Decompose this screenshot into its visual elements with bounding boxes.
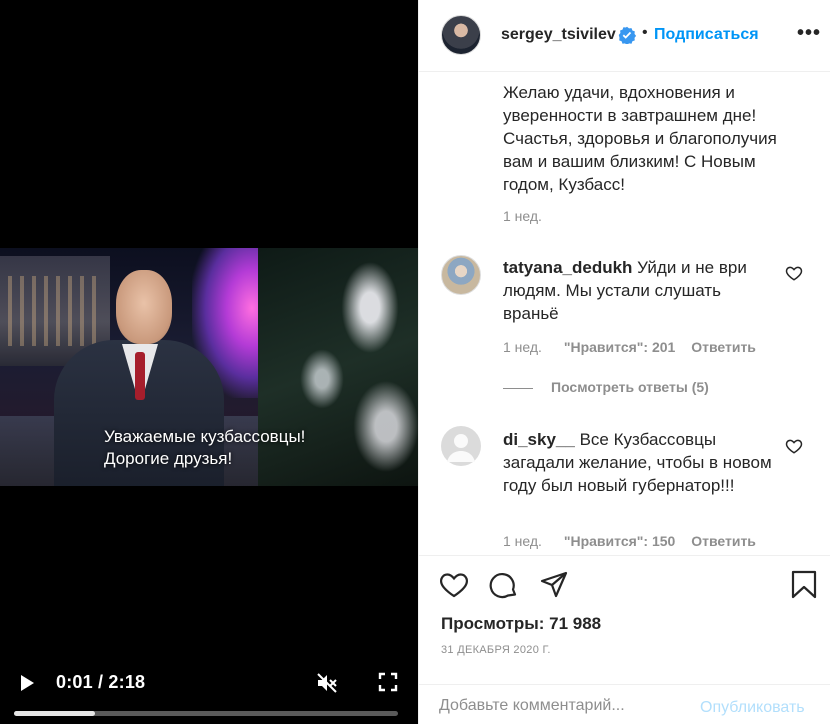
comment-likes[interactable]: "Нравится": 201 [564, 339, 675, 355]
video-progress-fill [14, 711, 95, 716]
post-actions: Просмотры: 71 988 31 ДЕКАБРЯ 2020 Г. [419, 555, 830, 665]
comment-username[interactable]: di_sky__ [503, 430, 575, 449]
more-options-icon[interactable]: ••• [797, 22, 821, 45]
speaker-head [116, 270, 172, 344]
play-icon[interactable] [18, 674, 36, 692]
subtitle-line-2: Дорогие друзья! [104, 449, 233, 468]
view-replies-button[interactable]: Посмотреть ответы (5) [503, 379, 709, 395]
like-comment-heart-icon[interactable] [785, 437, 803, 455]
default-avatar-icon [447, 434, 475, 462]
reply-button[interactable]: Ответить [691, 533, 756, 549]
comment-username[interactable]: tatyana_dedukh [503, 258, 632, 277]
comment-meta: 1 нед. "Нравится": 201 Ответить [503, 339, 756, 355]
subtitle-line-1: Уважаемые кузбассовцы! [104, 427, 306, 446]
views-count[interactable]: Просмотры: 71 988 [441, 614, 601, 634]
share-icon[interactable] [539, 570, 569, 600]
comment-avatar[interactable] [441, 255, 481, 295]
comment-meta: 1 нед. "Нравится": 150 Ответить [503, 533, 756, 549]
replies-divider [503, 387, 533, 389]
video-time: 0:01 / 2:18 [56, 672, 146, 692]
speaker-tie [135, 352, 145, 400]
post-side-panel: sergey_tsivilev • Подписаться ••• Желаю … [418, 0, 830, 724]
add-comment-bar: Опубликовать [419, 684, 830, 724]
comments-list[interactable]: Желаю удачи, вдохновения и уверенности в… [419, 73, 830, 555]
reply-button[interactable]: Ответить [691, 339, 756, 355]
post-date[interactable]: 31 ДЕКАБРЯ 2020 Г. [441, 644, 551, 656]
comment-text: tatyana_dedukh Уйди и не ври людям. Мы у… [503, 256, 773, 325]
publish-button[interactable]: Опубликовать [700, 699, 805, 717]
muted-icon[interactable] [316, 672, 338, 694]
like-comment-heart-icon[interactable] [785, 264, 803, 282]
comment-likes[interactable]: "Нравится": 150 [564, 533, 675, 549]
follow-button[interactable]: Подписаться [654, 26, 759, 44]
video-player[interactable]: Уважаемые кузбассовцы! Дорогие друзья! 0… [0, 0, 418, 724]
caption-time[interactable]: 1 нед. [503, 208, 542, 224]
username-link[interactable]: sergey_tsivilev [501, 26, 616, 44]
separator-dot: • [642, 24, 648, 41]
post-header: sergey_tsivilev • Подписаться ••• [419, 0, 830, 72]
comment-icon[interactable] [489, 570, 519, 600]
video-progress-bar[interactable] [14, 711, 398, 716]
comment-input[interactable] [439, 697, 679, 715]
comment-time[interactable]: 1 нед. [503, 533, 542, 549]
bookmark-icon[interactable] [789, 570, 819, 600]
comment-avatar[interactable] [441, 426, 481, 466]
heart-icon[interactable] [439, 570, 469, 600]
verified-badge-icon [618, 26, 636, 44]
comment-time[interactable]: 1 нед. [503, 339, 542, 355]
comment-text: di_sky__ Все Кузбассовцы загадали желани… [503, 428, 773, 497]
post-caption: Желаю удачи, вдохновения и уверенности в… [503, 83, 777, 194]
view-replies-label: Посмотреть ответы (5) [551, 379, 709, 395]
avatar[interactable] [441, 15, 481, 55]
video-subtitle: Уважаемые кузбассовцы! Дорогие друзья! [104, 426, 404, 470]
fullscreen-icon[interactable] [378, 672, 398, 692]
